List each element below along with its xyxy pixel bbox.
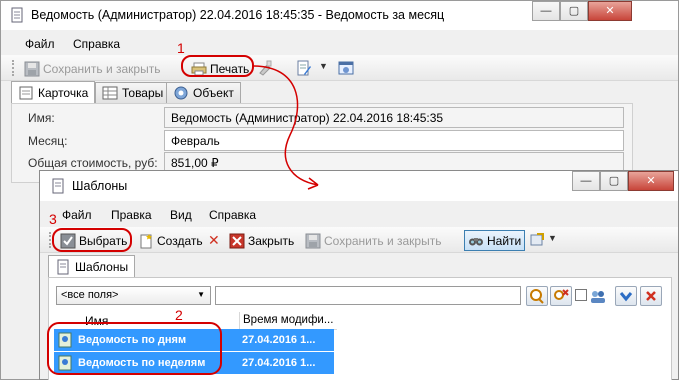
new-document-icon bbox=[138, 233, 154, 249]
templates-menu-help[interactable]: Справка bbox=[209, 208, 256, 222]
templates-menu-file[interactable]: Файл bbox=[62, 208, 92, 222]
templates-window-icon bbox=[50, 178, 66, 194]
minimize-button[interactable]: — bbox=[532, 1, 560, 21]
checkmark-icon bbox=[60, 233, 76, 249]
maximize-button[interactable]: ▢ bbox=[560, 1, 588, 21]
templates-minimize-button[interactable]: — bbox=[572, 171, 600, 191]
annotation-3: 3 bbox=[49, 211, 57, 227]
tab-templates[interactable]: Шаблоны bbox=[48, 255, 136, 278]
magnifier-icon bbox=[530, 289, 544, 304]
main-titlebar: Ведомость (Администратор) 22.04.2016 18:… bbox=[1, 1, 678, 30]
close-button[interactable]: ✕ bbox=[588, 1, 632, 21]
table-row[interactable]: Ведомость по неделям 27.04.2016 1... bbox=[54, 352, 334, 374]
users-icon[interactable] bbox=[590, 288, 606, 304]
month-field[interactable]: Февраль bbox=[164, 130, 624, 151]
reset-filter-button[interactable] bbox=[640, 286, 662, 306]
search-input[interactable] bbox=[215, 286, 521, 305]
templates-toolbar: Выбрать Создать ✕ Закрыть Сохранить и за… bbox=[40, 227, 678, 253]
save-close-button[interactable]: Сохранить и закрыть bbox=[21, 58, 163, 79]
main-window-title: Ведомость (Администратор) 22.04.2016 18:… bbox=[31, 8, 445, 22]
template-row-icon bbox=[57, 355, 73, 371]
templates-window-title: Шаблоны bbox=[72, 179, 128, 193]
floppy-icon bbox=[24, 61, 40, 77]
table-row[interactable]: Ведомость по дням 27.04.2016 1... bbox=[54, 329, 334, 351]
card-icon bbox=[18, 85, 34, 101]
select-chevron-icon: ▼ bbox=[197, 290, 205, 299]
clear-search-icon bbox=[554, 289, 569, 300]
month-label: Месяц: bbox=[28, 134, 68, 148]
templates-floppy-icon bbox=[305, 233, 321, 249]
chevron-down-icon[interactable]: ▼ bbox=[319, 61, 328, 71]
templates-menu-edit[interactable]: Правка bbox=[111, 208, 152, 222]
expand-button[interactable] bbox=[615, 286, 637, 306]
row-time: 27.04.2016 1... bbox=[242, 357, 316, 369]
menu-file[interactable]: Файл bbox=[25, 37, 55, 51]
select-button[interactable]: Выбрать bbox=[57, 230, 130, 251]
templates-toolbar-grip[interactable] bbox=[49, 232, 51, 248]
annotation-2: 2 bbox=[175, 307, 183, 323]
chevron-icon bbox=[619, 292, 633, 302]
name-label: Имя: bbox=[28, 111, 55, 125]
templates-tab-icon bbox=[55, 259, 71, 275]
brush-icon[interactable] bbox=[257, 60, 273, 76]
templates-close-button[interactable]: ✕ bbox=[628, 171, 674, 191]
templates-chevron-down-icon[interactable]: ▼ bbox=[548, 233, 557, 243]
create-button[interactable]: Создать bbox=[135, 230, 206, 251]
templates-maximize-button[interactable]: ▢ bbox=[600, 171, 628, 191]
column-header-name[interactable]: Имя bbox=[85, 314, 108, 328]
menu-help[interactable]: Справка bbox=[73, 37, 120, 51]
templates-menubar: Файл Правка Вид Справка bbox=[40, 205, 678, 226]
print-button[interactable]: Печать bbox=[188, 58, 252, 79]
binoculars-icon bbox=[468, 233, 484, 249]
column-header-time[interactable]: Время модифи... bbox=[243, 314, 333, 326]
tab-goods[interactable]: Товары bbox=[95, 82, 171, 103]
table-icon bbox=[102, 85, 118, 101]
header-divider bbox=[239, 312, 240, 330]
name-field: Ведомость (Администратор) 22.04.2016 18:… bbox=[164, 107, 624, 128]
clear-search-button[interactable] bbox=[550, 286, 572, 306]
document-edit-icon[interactable] bbox=[296, 60, 312, 76]
main-toolbar: Сохранить и закрыть Печать ▼ bbox=[1, 55, 678, 81]
templates-titlebar: Шаблоны — ▢ ✕ bbox=[40, 171, 678, 201]
main-tabstrip: Карточка Товары Объект bbox=[1, 81, 679, 104]
toolbar-grip[interactable] bbox=[12, 60, 14, 76]
row-name: Ведомость по неделям bbox=[78, 357, 206, 369]
field-select[interactable]: <все поля> ▼ bbox=[56, 286, 211, 305]
total-label: Общая стоимость, руб: bbox=[28, 156, 158, 170]
row-time: 27.04.2016 1... bbox=[242, 334, 316, 346]
tab-object[interactable]: Объект bbox=[166, 82, 241, 103]
annotation-1: 1 bbox=[177, 40, 185, 56]
row-name: Ведомость по дням bbox=[78, 334, 187, 346]
templates-menu-view[interactable]: Вид bbox=[170, 208, 192, 222]
tab-card[interactable]: Карточка bbox=[11, 81, 96, 104]
filter-checkbox[interactable] bbox=[575, 289, 587, 301]
find-button[interactable]: Найти bbox=[464, 230, 526, 251]
table-header: Имя Время модифи... bbox=[55, 312, 337, 330]
red-cross-icon bbox=[646, 291, 656, 301]
printer-icon bbox=[191, 61, 207, 77]
delete-icon[interactable]: ✕ bbox=[208, 232, 220, 249]
template-row-icon bbox=[57, 332, 73, 348]
settings-window-icon[interactable] bbox=[338, 60, 354, 76]
search-button[interactable] bbox=[526, 286, 548, 306]
extra-tools-icon[interactable] bbox=[529, 232, 545, 248]
document-icon bbox=[9, 7, 25, 23]
templates-save-close-button[interactable]: Сохранить и закрыть bbox=[302, 230, 444, 251]
templates-window: Шаблоны — ▢ ✕ Файл Правка Вид Справка Вы… bbox=[39, 170, 679, 380]
main-menubar: Файл Справка bbox=[1, 34, 678, 55]
gear-icon bbox=[173, 85, 189, 101]
close-icon bbox=[229, 233, 245, 249]
close-doc-button[interactable]: Закрыть bbox=[226, 230, 297, 251]
